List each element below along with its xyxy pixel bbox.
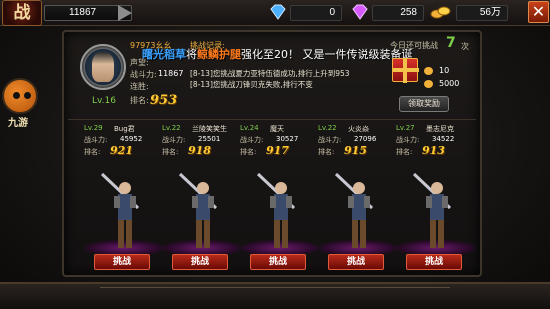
opponent-level: Lv.27: [396, 124, 415, 132]
log-entry: [8-13]您挑战刀锋贝克失败,排行不变: [190, 80, 313, 89]
helper-avatar-icon[interactable]: [2, 78, 38, 114]
player-level: Lv.16: [92, 96, 116, 106]
opponent-card: Lv.29 Bug君 战斗力: 45952 排名: 921 挑战: [84, 122, 164, 272]
warrior-figure[interactable]: [254, 170, 308, 256]
announcement-text: 强化至20！ 又是一件传说级装备诞: [241, 48, 413, 61]
pink-diamond-count: 258: [372, 5, 424, 21]
section-divider: [68, 119, 476, 120]
player-power-label: 战斗力:: [130, 70, 157, 79]
pink-diamond-icon: [352, 4, 368, 20]
opponent-rank: 918: [188, 144, 211, 157]
bottom-frame: [0, 282, 550, 309]
opponent-level: Lv.22: [318, 124, 337, 132]
opponent-name: Bug君: [114, 125, 135, 133]
battle-icon: 战: [2, 0, 42, 26]
warrior-figure[interactable]: [98, 170, 152, 256]
player-power-value: 11867: [158, 69, 184, 78]
opponent-power-label: 战斗力:: [396, 136, 420, 144]
challenge-button[interactable]: 挑战: [328, 254, 384, 270]
opponent-rank-label: 排名:: [240, 148, 257, 156]
reward-row-b: 5000: [424, 79, 459, 88]
gift-box-icon: [392, 58, 419, 83]
reward-gold-icon: [424, 79, 433, 88]
warrior-figure[interactable]: [176, 170, 230, 256]
opponent-rank: 915: [344, 144, 367, 157]
gold-coin-icon: [430, 6, 451, 19]
log-entry: [8-13]您挑战夏力亚特伍德成功,排行上升到953: [190, 69, 350, 78]
opponent-level: Lv.22: [162, 124, 181, 132]
player-portrait: [92, 52, 114, 82]
warrior-figure[interactable]: [332, 170, 386, 256]
avatar-eye-right: [24, 92, 31, 99]
challenge-button[interactable]: 挑战: [406, 254, 462, 270]
opponent-name: 魔天: [270, 125, 284, 133]
reward-coin-icon: [424, 66, 433, 75]
opponent-level: Lv.29: [84, 124, 103, 132]
opponent-power-label: 战斗力:: [84, 136, 108, 144]
remaining-challenges-label: 今日还可挑战: [390, 41, 438, 50]
gold-count: 56万: [456, 5, 508, 21]
opponent-name: 兰陵笑笑生: [192, 125, 227, 133]
power-value: 11867: [69, 7, 97, 18]
streak-label: 连胜:: [130, 82, 149, 91]
opponent-card: Lv.24 魔天 战斗力: 30527 排名: 917 挑战: [240, 122, 320, 272]
opponent-rank-label: 排名:: [318, 148, 335, 156]
reward-a-value: 10: [439, 66, 450, 75]
reward-row-a: 10: [424, 66, 449, 75]
reward-b-value: 5000: [439, 79, 460, 88]
challenge-button[interactable]: 挑战: [94, 254, 150, 270]
opponent-rank-label: 排名:: [396, 148, 413, 156]
opponent-rank: 913: [422, 144, 445, 157]
remaining-challenges-count: 7: [446, 35, 456, 51]
helper-label: 九游: [8, 118, 28, 129]
opponent-power: 25501: [198, 135, 221, 143]
avatar-eye-left: [13, 92, 20, 99]
close-button[interactable]: ✕: [528, 1, 549, 23]
remaining-challenges-unit: 次: [461, 42, 469, 51]
announcement-player: 曙光稻草: [142, 48, 186, 61]
opponent-rank-label: 排名:: [162, 148, 179, 156]
opponent-power-label: 战斗力:: [240, 136, 264, 144]
blue-diamond-count: 0: [290, 5, 342, 21]
opponent-card: Lv.27 墨志尼克 战斗力: 34522 排名: 913 挑战: [396, 122, 476, 272]
player-rank-value: 953: [150, 93, 178, 108]
opponent-card: Lv.22 兰陵笑笑生 战斗力: 25501 排名: 918 挑战: [162, 122, 242, 272]
warrior-figure[interactable]: [410, 170, 464, 256]
opponent-power: 34522: [432, 135, 455, 143]
announcement-connector: 将: [186, 48, 197, 61]
opponent-rank: 917: [266, 144, 289, 157]
arena-screen: 战 11867 0 258 56万 ✕ 九游 Lv.16 97973幺幺 声望:…: [0, 0, 550, 309]
opponent-card: Lv.22 火炎焱 战斗力: 27096 排名: 915 挑战: [318, 122, 398, 272]
blue-diamond-icon: [270, 4, 286, 20]
announcement-item: 鲸鳞护腿: [197, 48, 241, 61]
opponent-level: Lv.24: [240, 124, 259, 132]
sword-tip-icon: [118, 5, 132, 21]
system-announcement: 曙光稻草将鲸鳞护腿强化至20！ 又是一件传说级装备诞: [142, 46, 413, 62]
player-rank-label: 排名:: [130, 96, 149, 105]
claim-reward-button[interactable]: 领取奖励: [399, 96, 449, 112]
challenge-button[interactable]: 挑战: [250, 254, 306, 270]
opponent-name: 墨志尼克: [426, 125, 454, 133]
opponent-power-label: 战斗力:: [318, 136, 342, 144]
opponent-power: 30527: [276, 135, 299, 143]
opponent-rank: 921: [110, 144, 133, 157]
opponent-power: 45952: [120, 135, 143, 143]
top-bar: 战 11867 0 258 56万 ✕: [0, 0, 550, 26]
opponent-name: 火炎焱: [348, 125, 369, 133]
opponent-rank-label: 排名:: [84, 148, 101, 156]
challenge-button[interactable]: 挑战: [172, 254, 228, 270]
opponent-power-label: 战斗力:: [162, 136, 186, 144]
opponent-power: 27096: [354, 135, 377, 143]
